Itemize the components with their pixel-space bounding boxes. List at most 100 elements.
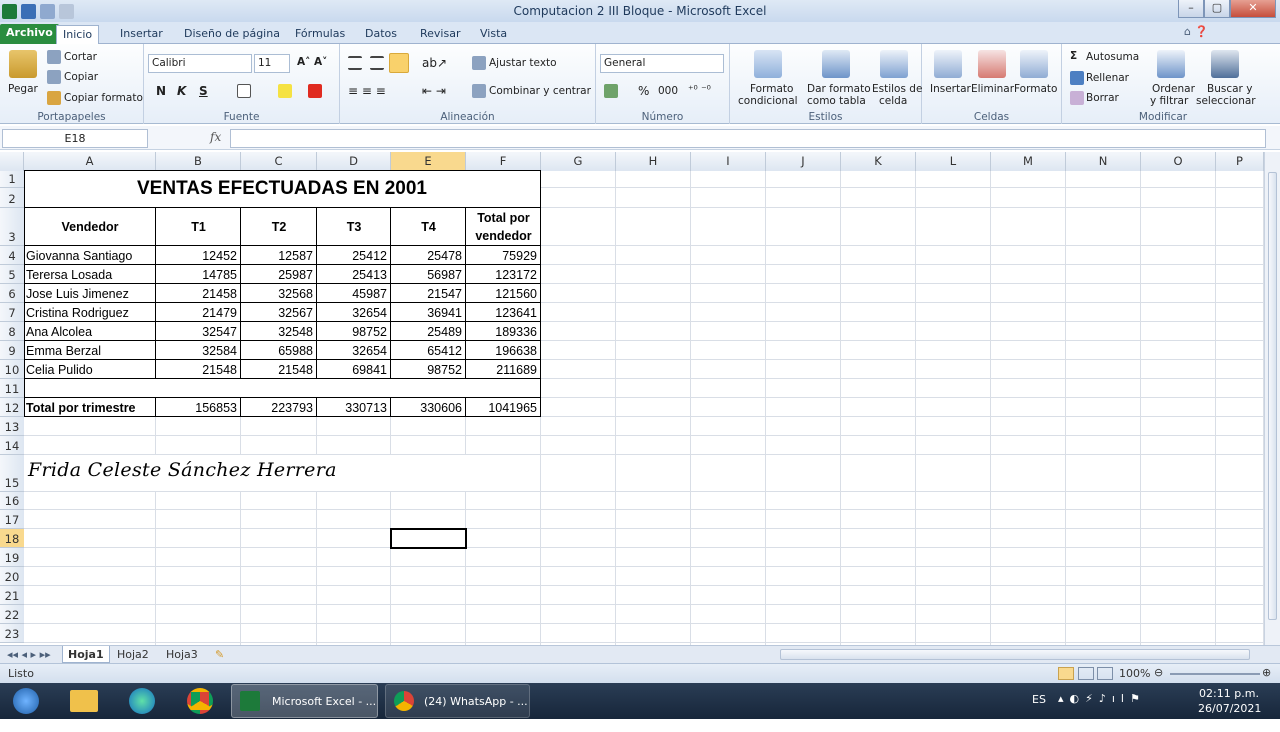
value-cell[interactable]: 32548 <box>243 323 315 341</box>
row-header-4[interactable]: 4 <box>0 246 24 265</box>
vendor-name-cell[interactable]: Celia Pulido <box>26 361 154 379</box>
value-cell[interactable]: 21479 <box>158 304 239 322</box>
total-value-cell[interactable]: 156853 <box>158 399 239 417</box>
value-cell[interactable]: 123641 <box>468 304 539 322</box>
row-header-12[interactable]: 12 <box>0 398 24 417</box>
row-header-5[interactable]: 5 <box>0 265 24 284</box>
row-header-1[interactable]: 1 <box>0 171 24 188</box>
decimals-icon[interactable]: ⁺⁰ ⁻⁰ <box>688 84 711 96</box>
column-header-m[interactable]: M <box>991 152 1066 171</box>
underline-button[interactable]: S <box>199 84 208 98</box>
vendor-name-cell[interactable]: Giovanna Santiago <box>26 247 154 265</box>
insert-function-icon[interactable]: fx <box>210 130 221 144</box>
row-header-6[interactable]: 6 <box>0 284 24 303</box>
value-cell[interactable]: 12452 <box>158 247 239 265</box>
value-cell[interactable]: 121560 <box>468 285 539 303</box>
row-header-11[interactable]: 11 <box>0 379 24 398</box>
row-header-13[interactable]: 13 <box>0 417 24 436</box>
font-name-combo[interactable]: Calibri <box>148 54 252 73</box>
sheet-nav-arrows-icon[interactable]: ◂◂ ◂ ▸ ▸▸ <box>2 646 56 663</box>
column-header-e[interactable]: E <box>391 152 466 171</box>
copy-button[interactable]: Copiar <box>64 71 98 83</box>
tab-archivo[interactable]: Archivo <box>0 24 59 44</box>
row-header-22[interactable]: 22 <box>0 605 24 624</box>
clock-date[interactable]: 26/07/2021 <box>1198 702 1261 715</box>
total-value-cell[interactable]: 330713 <box>319 399 389 417</box>
cut-button[interactable]: Cortar <box>64 51 97 63</box>
format-table-label2[interactable]: como tabla <box>807 95 866 107</box>
eraser-icon[interactable] <box>1070 91 1084 105</box>
row-header-14[interactable]: 14 <box>0 436 24 455</box>
percent-button[interactable]: % <box>638 84 649 98</box>
row-header-9[interactable]: 9 <box>0 341 24 360</box>
conditional-format-label1[interactable]: Formato <box>750 83 793 95</box>
thousands-button[interactable]: 000 <box>658 85 678 97</box>
row-header-10[interactable]: 10 <box>0 360 24 379</box>
row-header-16[interactable]: 16 <box>0 492 24 510</box>
row-header-20[interactable]: 20 <box>0 567 24 586</box>
conditional-format-icon[interactable] <box>754 50 782 78</box>
find-select-icon[interactable] <box>1211 50 1239 78</box>
find-select-label1[interactable]: Buscar y <box>1207 83 1252 95</box>
value-cell[interactable]: 211689 <box>468 361 539 379</box>
cell-styles-label1[interactable]: Estilos de <box>872 83 922 95</box>
column-header-n[interactable]: N <box>1066 152 1141 171</box>
value-cell[interactable]: 25987 <box>243 266 315 284</box>
sheet-title[interactable]: VENTAS EFECTUADAS EN 2001 <box>26 179 538 198</box>
sort-filter-icon[interactable] <box>1157 50 1185 78</box>
value-cell[interactable]: 14785 <box>158 266 239 284</box>
copy-icon[interactable] <box>47 70 61 84</box>
minimize-button[interactable]: – <box>1178 0 1204 18</box>
column-header-a[interactable]: A <box>24 152 156 171</box>
tab-inicio[interactable]: Inicio <box>56 25 100 44</box>
merge-center-icon[interactable] <box>472 84 486 98</box>
fill-icon[interactable] <box>1070 71 1084 85</box>
delete-cells-button[interactable]: Eliminar <box>971 83 1014 95</box>
value-cell[interactable]: 25413 <box>319 266 389 284</box>
bold-button[interactable]: N <box>156 84 166 98</box>
start-button[interactable] <box>6 684 46 718</box>
value-cell[interactable]: 32584 <box>158 342 239 360</box>
value-cell[interactable]: 196638 <box>468 342 539 360</box>
align-bottom-icon[interactable] <box>389 53 409 73</box>
clear-button[interactable]: Borrar <box>1086 92 1119 104</box>
zoom-slider[interactable] <box>1170 673 1260 675</box>
column-header-i[interactable]: I <box>691 152 766 171</box>
vendor-name-cell[interactable]: Ana Alcolea <box>26 323 154 341</box>
column-header-p[interactable]: P <box>1216 152 1264 171</box>
merge-center-button[interactable]: Combinar y centrar <box>489 85 591 97</box>
row-header-23[interactable]: 23 <box>0 624 24 643</box>
value-cell[interactable]: 98752 <box>393 361 464 379</box>
value-cell[interactable]: 189336 <box>468 323 539 341</box>
row-header-8[interactable]: 8 <box>0 322 24 341</box>
insert-cells-button[interactable]: Insertar <box>930 83 971 95</box>
column-header-b[interactable]: B <box>156 152 241 171</box>
vertical-scroll-thumb[interactable] <box>1268 172 1277 620</box>
fill-button[interactable]: Rellenar <box>1086 72 1129 84</box>
value-cell[interactable]: 25412 <box>319 247 389 265</box>
value-cell[interactable]: 12587 <box>243 247 315 265</box>
language-indicator[interactable]: ES <box>1032 693 1046 706</box>
indent-icon[interactable]: ⇤ ⇥ <box>422 84 446 98</box>
clock-time[interactable]: 02:11 p.m. <box>1198 687 1260 700</box>
horizontal-scrollbar[interactable] <box>780 649 1250 660</box>
format-cells-icon[interactable] <box>1020 50 1048 78</box>
header-cell[interactable]: vendedor <box>468 227 539 245</box>
column-header-c[interactable]: C <box>241 152 317 171</box>
system-tray-icons[interactable]: ▴◐⚡♪ıl⚑ <box>1058 692 1146 705</box>
currency-icon[interactable] <box>604 84 618 98</box>
file-explorer-button[interactable] <box>64 684 104 718</box>
sheet-tab-hoja1[interactable]: Hoja1 <box>62 646 110 663</box>
sheet-tab-hoja3[interactable]: Hoja3 <box>161 646 203 663</box>
column-header-k[interactable]: K <box>841 152 916 171</box>
paste-icon[interactable] <box>9 50 37 78</box>
value-cell[interactable]: 25478 <box>393 247 464 265</box>
value-cell[interactable]: 65988 <box>243 342 315 360</box>
value-cell[interactable]: 45987 <box>319 285 389 303</box>
row-header-21[interactable]: 21 <box>0 586 24 605</box>
taskbar-excel[interactable]: Microsoft Excel - ... <box>231 684 378 718</box>
value-cell[interactable]: 32567 <box>243 304 315 322</box>
row-header-18[interactable]: 18 <box>0 529 24 548</box>
value-cell[interactable]: 65412 <box>393 342 464 360</box>
zoom-in-icon[interactable]: ⊕ <box>1262 666 1271 679</box>
